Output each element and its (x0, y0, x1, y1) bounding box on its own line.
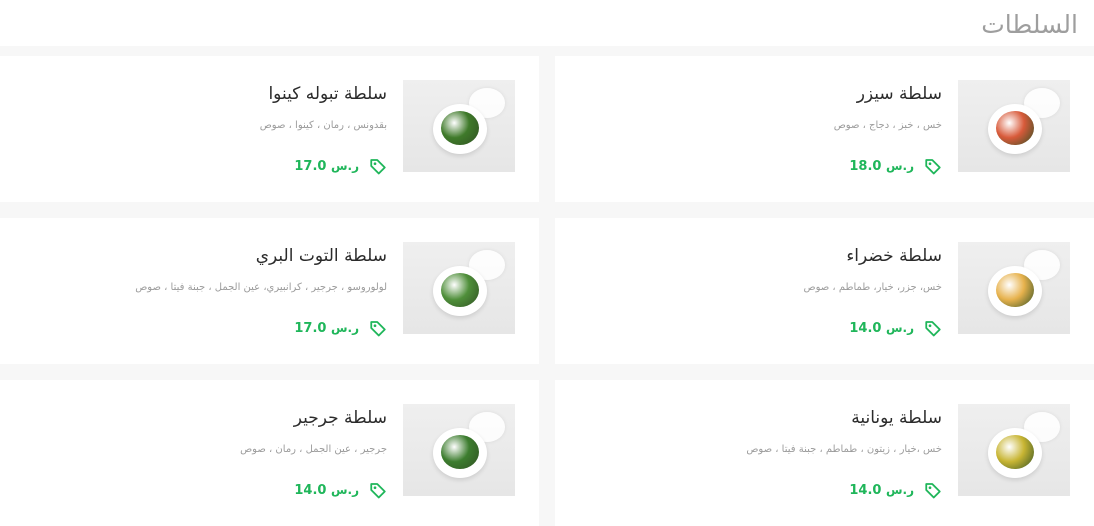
price-row: 17.0 ر.س (294, 318, 387, 338)
price-tag-icon (370, 159, 386, 175)
dish-image (403, 404, 515, 496)
price-value: 17.0 (294, 158, 327, 174)
dish-image (403, 242, 515, 334)
price-value: 14.0 (294, 482, 327, 498)
price: 17.0 ر.س (294, 159, 361, 174)
price: 18.0 ر.س (849, 159, 916, 174)
currency: ر.س (330, 158, 359, 173)
price-tag-icon (370, 483, 386, 499)
dish-image (958, 80, 1070, 172)
price: 14.0 ر.س (849, 321, 916, 336)
currency: ر.س (885, 482, 914, 497)
menu-items-grid: سلطة سيزر خس ، خبز ، دجاج ، صوص 18.0 ر.س… (0, 56, 1094, 526)
price-row: 14.0 ر.س (849, 480, 942, 500)
currency: ر.س (885, 158, 914, 173)
menu-item-card[interactable]: سلطة يونانية خس ،خيار ، زيتون ، طماطم ، … (555, 380, 1094, 526)
menu-item-card[interactable]: سلطة جرجير جرجير ، عين الجمل ، رمان ، صو… (0, 380, 539, 526)
price-tag-icon (925, 321, 941, 337)
dish-name: سلطة التوت البري (255, 246, 387, 266)
price-row: 18.0 ر.س (849, 156, 942, 176)
dish-image (958, 242, 1070, 334)
dish-description: جرجير ، عين الجمل ، رمان ، صوص (240, 444, 387, 455)
dish-name: سلطة سيزر (856, 84, 942, 104)
menu-item-card[interactable]: سلطة التوت البري لولوروسو ، جرجير ، كران… (0, 218, 539, 364)
dish-food-image (996, 435, 1034, 469)
price: 14.0 ر.س (294, 483, 361, 498)
dish-description: لولوروسو ، جرجير ، كرانبيري، عين الجمل ،… (135, 282, 387, 293)
dish-food-image (996, 273, 1034, 307)
dish-food-image (441, 273, 479, 307)
price-value: 14.0 (849, 482, 882, 498)
dish-bowl-image (988, 428, 1042, 478)
dish-bowl-image (988, 104, 1042, 154)
dish-name: سلطة جرجير (293, 408, 387, 428)
dish-name: سلطة تبوله كينوا (268, 84, 387, 104)
section-title: السلطات (981, 10, 1078, 39)
menu-page: السلطات سلطة سيزر خس ، خبز ، دجاج ، صوص … (0, 0, 1094, 526)
currency: ر.س (330, 482, 359, 497)
dish-description: خس ،خيار ، زيتون ، طماطم ، جبنة فيتا ، ص… (746, 444, 942, 455)
dish-food-image (441, 435, 479, 469)
dish-name: سلطة يونانية (851, 408, 942, 428)
price-tag-icon (925, 483, 941, 499)
dish-description: بقدونس ، رمان ، كينوا ، صوص (259, 120, 387, 131)
dish-food-image (441, 111, 479, 145)
dish-image (958, 404, 1070, 496)
dish-food-image (996, 111, 1034, 145)
dish-description: خس، جزر، خيار، طماطم ، صوص (803, 282, 943, 293)
price-value: 14.0 (849, 320, 882, 336)
price-value: 17.0 (294, 320, 327, 336)
currency: ر.س (330, 320, 359, 335)
price-row: 14.0 ر.س (849, 318, 942, 338)
price-tag-icon (370, 321, 386, 337)
dish-bowl-image (433, 428, 487, 478)
dish-bowl-image (433, 266, 487, 316)
price-tag-icon (925, 159, 941, 175)
menu-item-card[interactable]: سلطة خضراء خس، جزر، خيار، طماطم ، صوص 14… (555, 218, 1094, 364)
dish-description: خس ، خبز ، دجاج ، صوص (833, 120, 942, 131)
dish-bowl-image (988, 266, 1042, 316)
price: 14.0 ر.س (849, 483, 916, 498)
menu-item-card[interactable]: سلطة سيزر خس ، خبز ، دجاج ، صوص 18.0 ر.س (555, 56, 1094, 202)
price-row: 17.0 ر.س (294, 156, 387, 176)
dish-image (403, 80, 515, 172)
dish-bowl-image (433, 104, 487, 154)
menu-item-card[interactable]: سلطة تبوله كينوا بقدونس ، رمان ، كينوا ،… (0, 56, 539, 202)
section-header: السلطات (0, 0, 1094, 46)
price-value: 18.0 (849, 158, 882, 174)
dish-name: سلطة خضراء (846, 246, 942, 266)
currency: ر.س (885, 320, 914, 335)
price-row: 14.0 ر.س (294, 480, 387, 500)
price: 17.0 ر.س (294, 321, 361, 336)
